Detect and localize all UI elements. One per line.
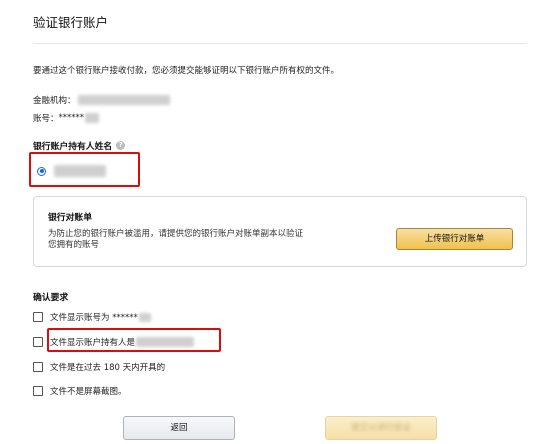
help-icon[interactable]: ? [116,141,126,150]
account-label: 账号： [33,114,59,124]
statement-heading: 银行对账单 [48,213,92,223]
intro-text: 要通过这个银行账户接收付款，您必须提交能够证明以下银行账户所有权的文件。 [33,66,340,76]
holder-heading-row: 银行账户持有人姓名 ? [33,139,126,152]
bank-statement-panel: 银行对账单 为防止您的银行账户被滥用，请提供您的银行账户对账单副本以验证 您拥有… [33,196,527,267]
bank-label: 金融机构： [33,96,76,106]
requirement-checkbox[interactable] [33,362,43,372]
account-info-row: 账号： ****** [33,112,100,124]
requirement-checkbox[interactable] [33,337,43,347]
account-digits-redacted [138,312,151,322]
title-divider [33,43,527,44]
requirement-label: 文件是在过去 180 天内开具的 [50,363,166,373]
requirement-checkbox[interactable] [33,312,43,322]
holder-name-redacted [136,337,195,347]
bank-info-row: 金融机构： [33,94,170,106]
requirement-label: 文件显示账户持有人是 [50,338,136,348]
requirement-label: 文件显示账号为 ****** [50,313,138,323]
submit-label: 提交以进行验证 [351,423,411,433]
requirement-item-holder[interactable]: 文件显示账户持有人是 [33,336,195,348]
back-button[interactable]: 返回 [123,416,235,440]
upload-statement-button[interactable]: 上传银行对账单 [396,228,513,250]
holder-name-option[interactable] [37,165,106,177]
holder-heading: 银行账户持有人姓名 [33,142,113,152]
holder-name-redacted [54,165,106,177]
bank-name-redacted [77,95,170,105]
requirement-checkbox[interactable] [33,386,43,396]
holder-name-radio[interactable] [37,166,46,176]
submit-verification-button[interactable]: 提交以进行验证 [325,416,437,440]
account-masked: ****** [58,113,85,123]
account-digits-redacted [85,113,100,123]
requirement-label: 文件不是屏幕截图。 [50,387,127,397]
requirements-heading: 确认要求 [33,293,69,303]
requirement-item-screenshot[interactable]: 文件不是屏幕截图。 [33,385,127,397]
requirement-item-account[interactable]: 文件显示账号为 ****** [33,311,151,323]
requirement-item-date[interactable]: 文件是在过去 180 天内开具的 [33,361,165,373]
statement-description-line2: 您拥有的账号 [48,240,100,250]
page-title: 验证银行账户 [33,15,109,30]
